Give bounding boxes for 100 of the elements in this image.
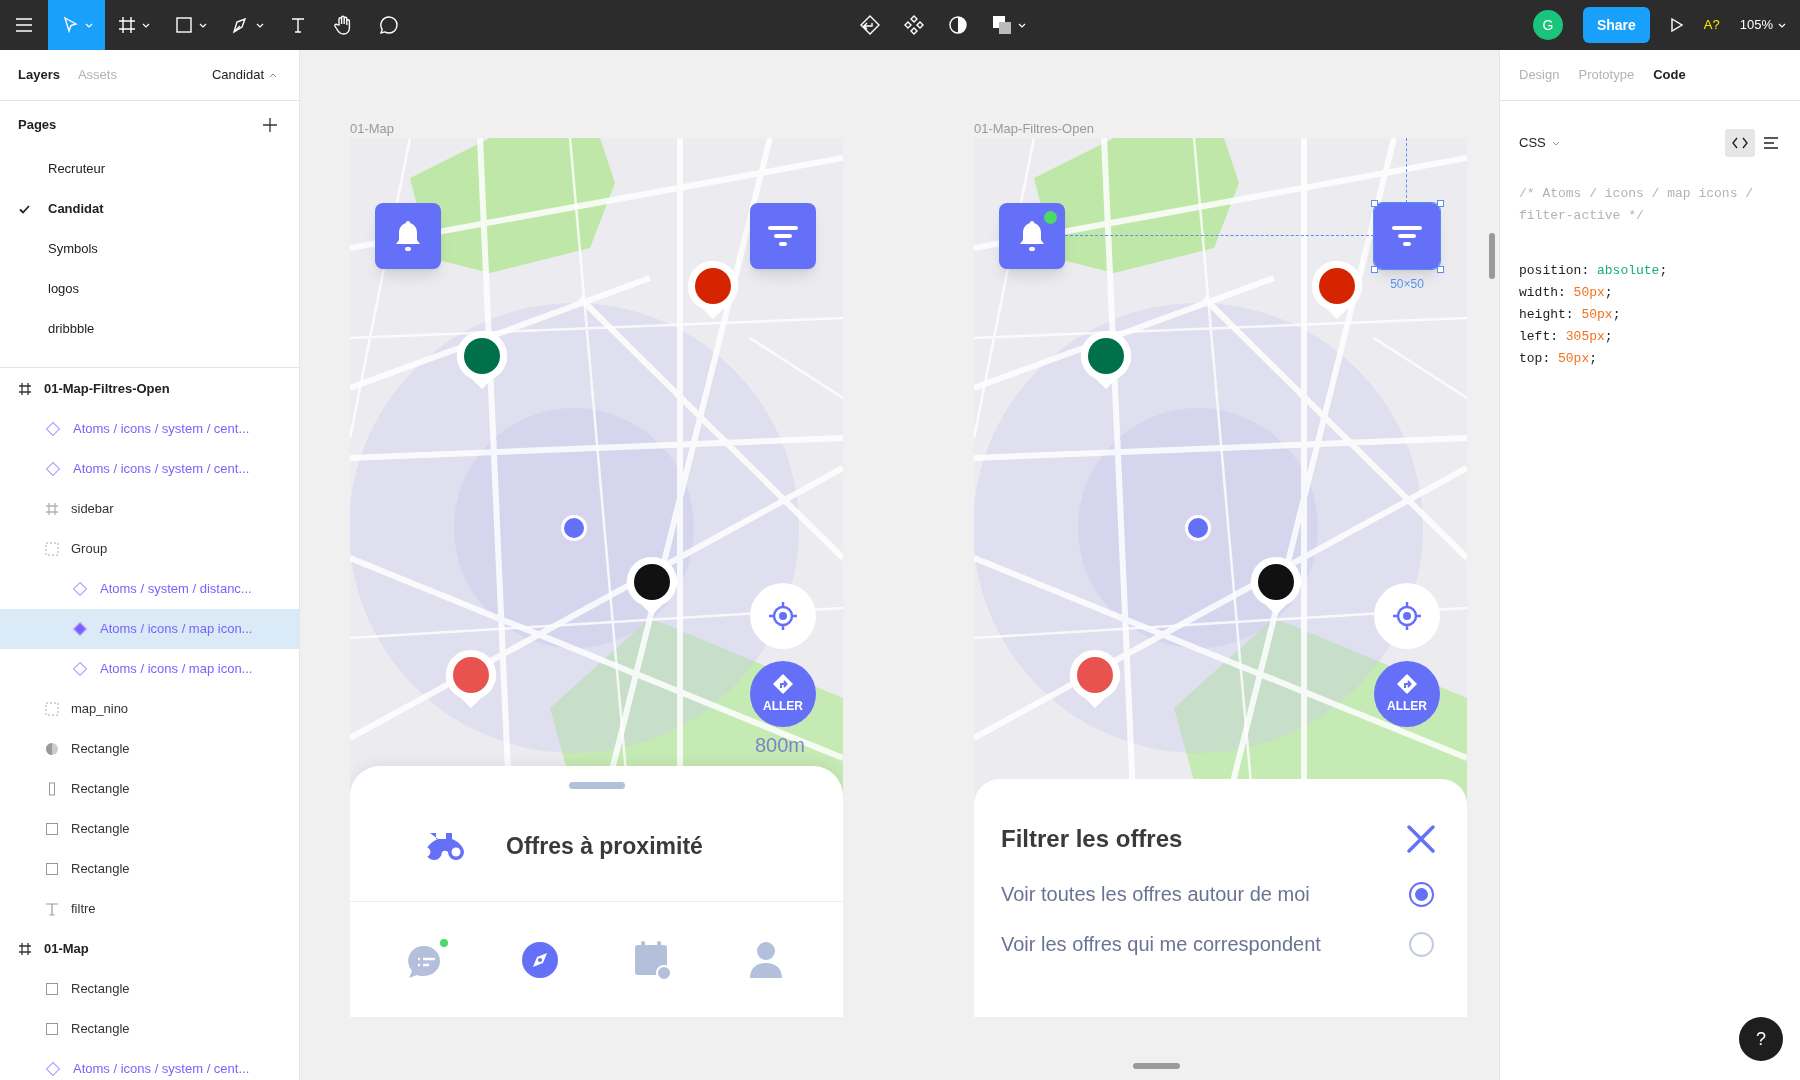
layer-item[interactable]: Atoms / icons / system / cent... [0, 449, 299, 489]
radio-button[interactable] [1409, 881, 1434, 907]
layer-item[interactable]: Rectangle [0, 769, 299, 809]
contrast-icon[interactable] [946, 14, 969, 36]
notifications-button[interactable] [999, 203, 1065, 269]
caret-icon [199, 22, 207, 28]
crosshair-icon [1391, 600, 1423, 632]
selection-handle[interactable] [1437, 200, 1444, 207]
crosshair-icon [767, 600, 799, 632]
caret-icon [1017, 22, 1026, 28]
radio-button[interactable] [1409, 931, 1434, 957]
distance-label: 800m [755, 733, 806, 758]
caret-icon [1778, 22, 1786, 28]
code-line: left: 305px; [1519, 328, 1614, 346]
play-icon[interactable] [1669, 17, 1684, 33]
page-item[interactable]: Recruteur [0, 149, 299, 189]
component-icon [45, 1061, 61, 1077]
caret-icon [256, 22, 264, 28]
notifications-button[interactable] [375, 203, 441, 269]
mask-icon [45, 742, 59, 756]
frame-icon [18, 942, 32, 956]
rectangle-icon [45, 862, 59, 876]
logo-pin-icon [1068, 648, 1122, 710]
page-item[interactable]: Candidat [0, 189, 299, 229]
logo-pin-icon [455, 329, 509, 391]
frame-icon [117, 15, 137, 35]
list-icon [1763, 137, 1779, 149]
page-item[interactable]: logos [0, 269, 299, 309]
pages-title: Pages [18, 116, 57, 135]
option-label: Voir toutes les offres autour de moi [1001, 882, 1310, 907]
frame-icon [18, 382, 32, 396]
page-menu[interactable]: Candidat [211, 65, 277, 85]
close-button[interactable] [1406, 824, 1436, 854]
language-menu[interactable]: CSS [1519, 133, 1560, 153]
person-icon [748, 939, 785, 980]
layer-item[interactable]: Rectangle [0, 1009, 299, 1049]
layer-item[interactable]: sidebar [0, 489, 299, 529]
filter-button[interactable] [750, 203, 816, 269]
boolean-icon[interactable] [990, 14, 1013, 36]
comment-icon [378, 14, 400, 36]
add-page-button[interactable] [263, 118, 277, 132]
layer-item[interactable]: Atoms / system / distanc... [0, 569, 299, 609]
layer-item[interactable]: Atoms / icons / system / cent... [0, 1049, 299, 1080]
layer-item[interactable]: Rectangle [0, 969, 299, 1009]
filter-icon [1390, 224, 1424, 248]
component-tool-icon[interactable] [858, 14, 881, 36]
menu-icon [15, 18, 33, 32]
layer-item[interactable]: Rectangle [0, 729, 299, 769]
rectangle-icon [45, 982, 59, 996]
sheet-title: Offres à proximité [506, 832, 703, 861]
checkmark-icon [18, 204, 30, 214]
code-comment: /* Atoms / icons / map icons / filter-active */ [1519, 185, 1755, 225]
layer-item[interactable]: map_nino [0, 689, 299, 729]
zoom-menu[interactable]: 105% [1739, 15, 1786, 35]
logo-pin-icon [444, 648, 498, 710]
caret-icon [85, 22, 93, 28]
layer-item[interactable]: Group [0, 529, 299, 569]
rectangle-icon [45, 1022, 59, 1036]
filter-button[interactable] [1374, 203, 1440, 269]
layer-item[interactable]: Atoms / icons / map icon... [0, 649, 299, 689]
panel-tab[interactable]: Code [1653, 65, 1686, 85]
logo-pin-icon [1249, 555, 1303, 617]
page-item[interactable]: Symbols [0, 229, 299, 269]
component-icon [72, 621, 88, 637]
missing-fonts-label[interactable]: A? [1703, 15, 1720, 35]
layer-item[interactable]: Atoms / icons / system / cent... [0, 409, 299, 449]
code-icon [1732, 137, 1748, 149]
direction-icon [1396, 673, 1418, 695]
component-icon [45, 461, 61, 477]
drag-handle[interactable] [568, 782, 625, 789]
layer-item[interactable]: Rectangle [0, 849, 299, 889]
logo-pin-icon [1310, 259, 1364, 321]
caret-icon [142, 22, 150, 28]
scrollbar-thumb[interactable] [1489, 233, 1495, 279]
guide-line [1406, 138, 1407, 203]
layer-item[interactable]: Rectangle [0, 809, 299, 849]
logo-pin-icon [686, 259, 740, 321]
help-button[interactable]: ? [1739, 1017, 1783, 1061]
direction-icon [772, 673, 794, 695]
option-label: Voir les offres qui me correspondent [1001, 932, 1321, 957]
panel-tab[interactable]: Layers [18, 65, 60, 85]
filter-icon [766, 224, 800, 248]
selection-handle[interactable] [1371, 200, 1378, 207]
page-item[interactable]: dribbble [0, 309, 299, 349]
list-view-button[interactable] [1763, 137, 1779, 149]
component-icon [72, 661, 88, 677]
code-view-button[interactable] [1725, 129, 1755, 157]
selection-handle[interactable] [1437, 266, 1444, 273]
components-icon[interactable] [902, 14, 925, 36]
location-dot-icon [1183, 513, 1213, 543]
text-layer-icon [45, 902, 59, 916]
layer-item[interactable]: 01-Map-Filtres-Open [0, 369, 299, 409]
size-label: 50×50 [1389, 276, 1425, 293]
scrollbar-thumb[interactable] [1133, 1063, 1180, 1069]
layer-item[interactable]: Atoms / icons / map icon... [0, 609, 299, 649]
layer-item[interactable]: 01-Map [0, 929, 299, 969]
layer-item[interactable]: filtre [0, 889, 299, 929]
compass-icon [520, 940, 559, 979]
selection-handle[interactable] [1371, 266, 1378, 273]
group-icon [45, 542, 59, 556]
